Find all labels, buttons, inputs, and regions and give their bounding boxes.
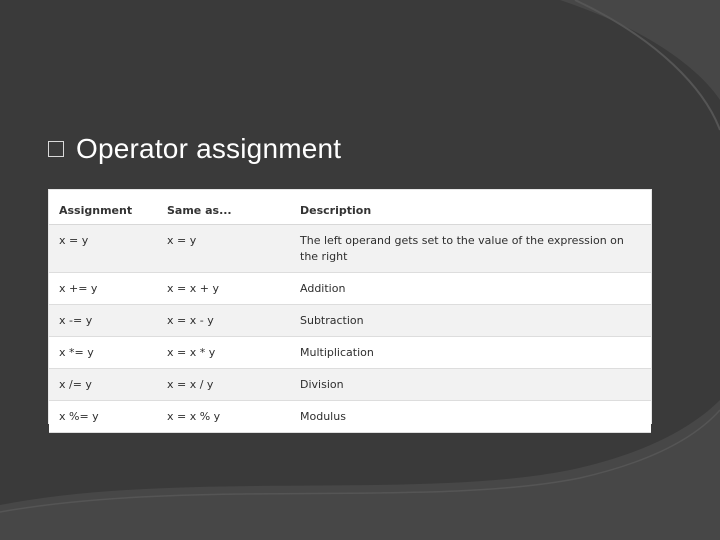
cell-description: Modulus bbox=[290, 400, 651, 433]
cell-same-as: x = x * y bbox=[157, 336, 290, 369]
table-row: x *= y x = x * y Multiplication bbox=[49, 336, 651, 369]
cell-assignment: x /= y bbox=[49, 368, 157, 401]
cell-assignment: x = y bbox=[49, 224, 157, 273]
cell-same-as: x = y bbox=[157, 224, 290, 273]
cell-description: Addition bbox=[290, 272, 651, 305]
table-row: x -= y x = x - y Subtraction bbox=[49, 304, 651, 337]
cell-same-as: x = x - y bbox=[157, 304, 290, 337]
table-row: x += y x = x + y Addition bbox=[49, 272, 651, 305]
cell-same-as: x = x / y bbox=[157, 368, 290, 401]
cell-assignment: x += y bbox=[49, 272, 157, 305]
table-header-row: Assignment Same as... Description bbox=[49, 190, 651, 225]
cell-description: The left operand gets set to the value o… bbox=[290, 224, 651, 273]
cell-same-as: x = x + y bbox=[157, 272, 290, 305]
table-row: x = y x = y The left operand gets set to… bbox=[49, 224, 651, 273]
cell-assignment: x -= y bbox=[49, 304, 157, 337]
cell-assignment: x %= y bbox=[49, 400, 157, 433]
slide: Operator assignment Assignment Same as..… bbox=[0, 0, 720, 540]
slide-title: Operator assignment bbox=[76, 133, 342, 164]
cell-description: Division bbox=[290, 368, 651, 401]
table-row: x /= y x = x / y Division bbox=[49, 368, 651, 401]
cell-same-as: x = x % y bbox=[157, 400, 290, 433]
operator-table: Assignment Same as... Description x = y … bbox=[48, 189, 652, 433]
table-row: x %= y x = x % y Modulus bbox=[49, 400, 651, 433]
cell-assignment: x *= y bbox=[49, 336, 157, 369]
title-row: Operator assignment bbox=[48, 132, 341, 166]
header-description: Description bbox=[290, 190, 651, 225]
header-same-as: Same as... bbox=[157, 190, 290, 225]
cell-description: Subtraction bbox=[290, 304, 651, 337]
square-bullet-icon bbox=[48, 141, 64, 157]
assignment-table: Assignment Same as... Description x = y … bbox=[49, 190, 651, 433]
cell-description: Multiplication bbox=[290, 336, 651, 369]
header-assignment: Assignment bbox=[49, 190, 157, 225]
